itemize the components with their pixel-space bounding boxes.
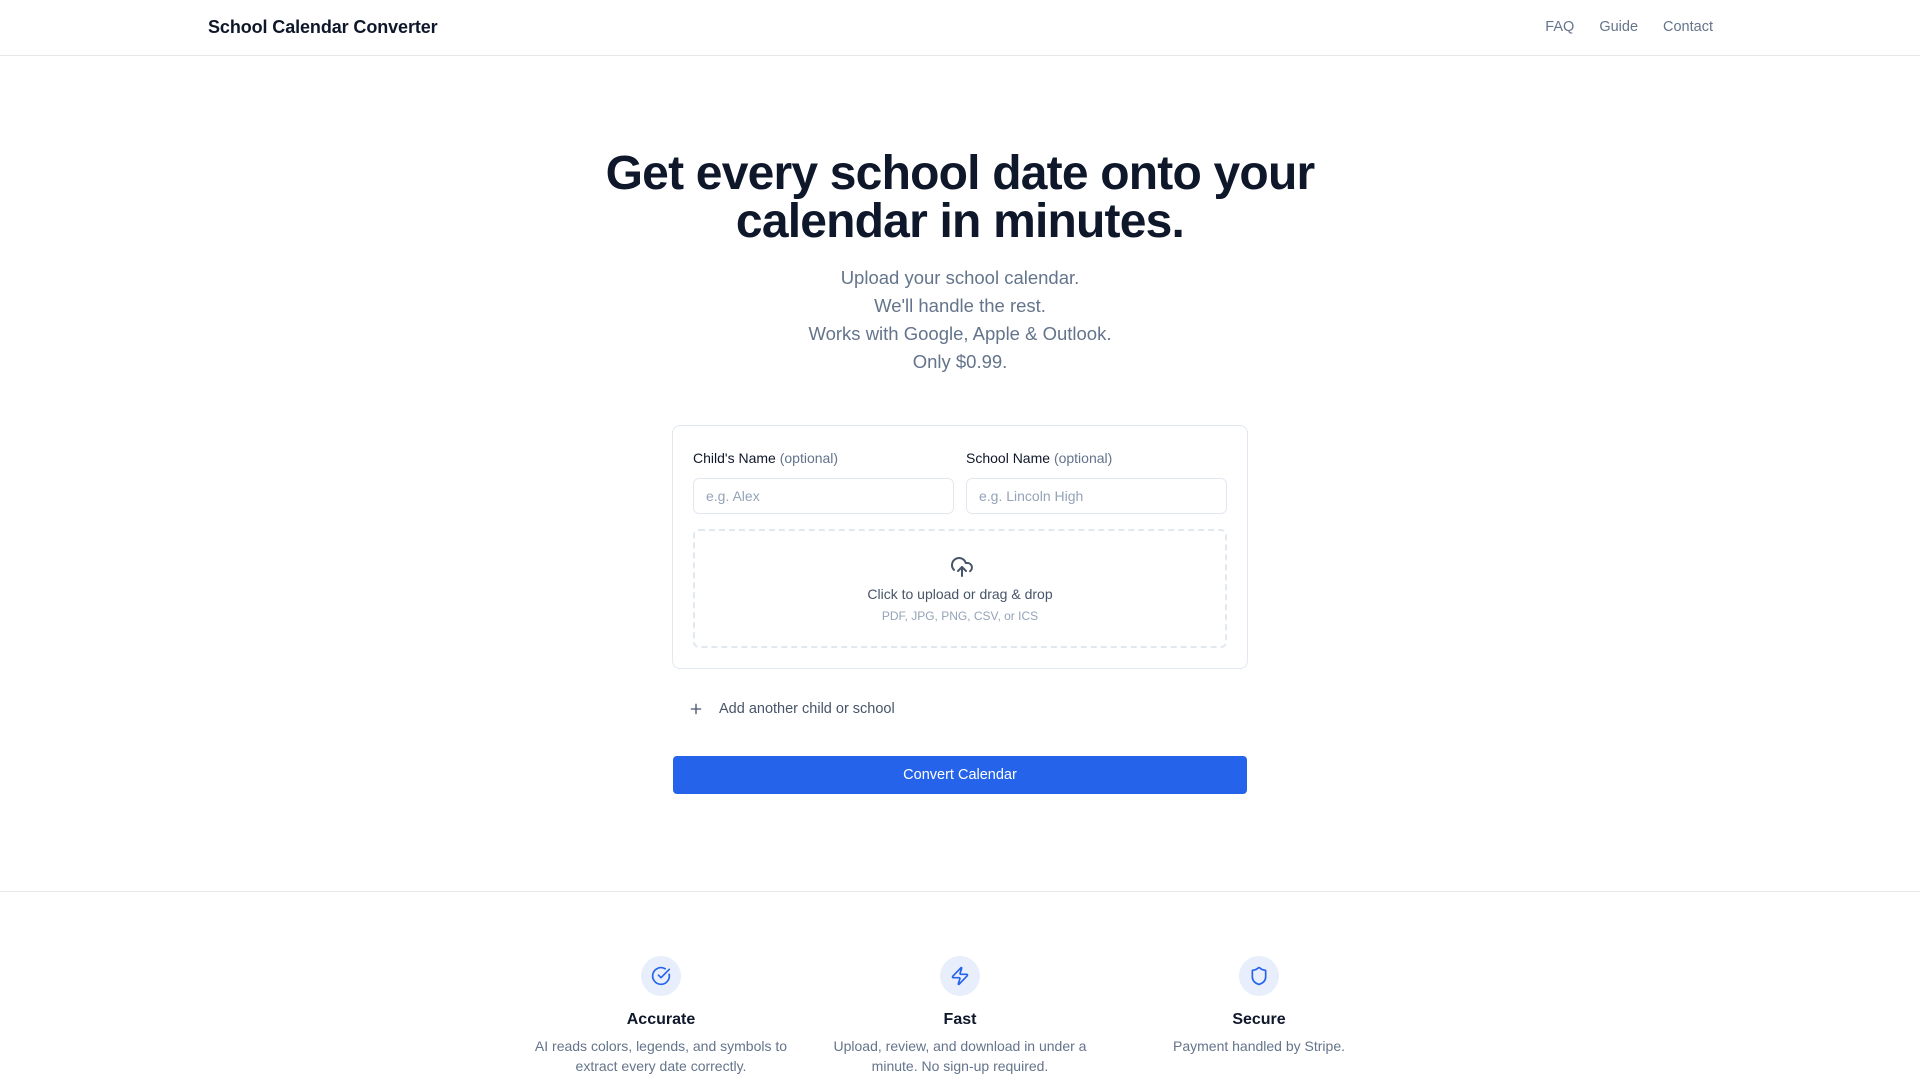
feature-description-line: minute. No sign-up required. [871, 1058, 1049, 1074]
nav-link-guide[interactable]: Guide [1599, 19, 1638, 35]
upload-instruction: Click to upload or drag & drop [867, 586, 1053, 602]
feature-description-line: extract every date correctly. [575, 1058, 747, 1074]
school-name-field: School Name (optional) [966, 450, 1227, 514]
top-nav: FAQ Guide Contact [1545, 19, 1713, 35]
feature-description-line: Upload, review, and download in under a [833, 1038, 1087, 1054]
check-circle-icon [651, 966, 671, 986]
child-name-label: Child's Name (optional) [693, 450, 954, 470]
add-another-label: Add another child or school [719, 701, 895, 717]
feature-title: Accurate [626, 1011, 696, 1028]
brand-title[interactable]: School Calendar Converter [208, 17, 438, 38]
feature-description: Payment handled by Stripe. [1124, 1036, 1394, 1056]
file-upload-dropzone[interactable]: Click to upload or drag & drop PDF, JPG,… [693, 529, 1227, 648]
lightning-icon [951, 966, 969, 986]
hero-section: Get every school date onto your calendar… [0, 150, 1920, 376]
add-another-button[interactable]: Add another child or school [688, 701, 895, 717]
shield-icon [1251, 966, 1267, 986]
hero-subtitle: Upload your school calendar. We'll handl… [0, 264, 1920, 376]
feature-icon-badge [641, 956, 681, 996]
child-name-input[interactable] [693, 478, 954, 514]
feature-title: Secure [1232, 1011, 1286, 1028]
feature-description-line: Payment handled by Stripe. [1173, 1038, 1345, 1054]
school-name-label-text: School Name [966, 450, 1051, 466]
hero-title-line-1: Get every school date onto your [605, 147, 1316, 200]
child-name-field: Child's Name (optional) [693, 450, 954, 514]
hero-subtitle-line: Upload your school calendar. [840, 267, 1080, 288]
nav-link-contact[interactable]: Contact [1663, 19, 1713, 35]
feature-secure: Secure Payment handled by Stripe. [1124, 956, 1394, 1056]
feature-icon-badge [940, 956, 980, 996]
convert-calendar-button[interactable]: Convert Calendar [673, 756, 1247, 794]
section-divider [0, 891, 1920, 892]
hero-subtitle-line: We'll handle the rest. [874, 295, 1046, 316]
child-name-label-text: Child's Name [693, 450, 776, 466]
hero-subtitle-line: Only $0.99. [912, 351, 1008, 372]
plus-icon [690, 703, 702, 715]
school-name-label: School Name (optional) [966, 450, 1227, 470]
optional-tag: (optional) [1053, 450, 1113, 466]
hero-subtitle-line: Works with Google, Apple & Outlook. [808, 323, 1112, 344]
hero-title-line-2: calendar in minutes. [735, 195, 1185, 248]
optional-tag: (optional) [779, 450, 839, 466]
nav-link-faq[interactable]: FAQ [1545, 19, 1574, 35]
upload-file-types: PDF, JPG, PNG, CSV, or ICS [881, 609, 1039, 623]
feature-description: Upload, review, and download in under a m… [825, 1036, 1095, 1076]
feature-description: AI reads colors, legends, and symbols to… [526, 1036, 796, 1076]
feature-icon-badge [1239, 956, 1279, 996]
feature-fast: Fast Upload, review, and download in und… [825, 956, 1095, 1076]
feature-title: Fast [943, 1011, 977, 1028]
feature-description-line: AI reads colors, legends, and symbols to [534, 1038, 788, 1054]
feature-accurate: Accurate AI reads colors, legends, and s… [526, 956, 796, 1076]
site-header: School Calendar Converter FAQ Guide Cont… [0, 0, 1920, 56]
upload-form-card: Child's Name (optional) School Name (opt… [672, 425, 1248, 669]
cloud-upload-icon [951, 557, 973, 577]
school-name-input[interactable] [966, 478, 1227, 514]
hero-title: Get every school date onto your calendar… [0, 150, 1920, 246]
